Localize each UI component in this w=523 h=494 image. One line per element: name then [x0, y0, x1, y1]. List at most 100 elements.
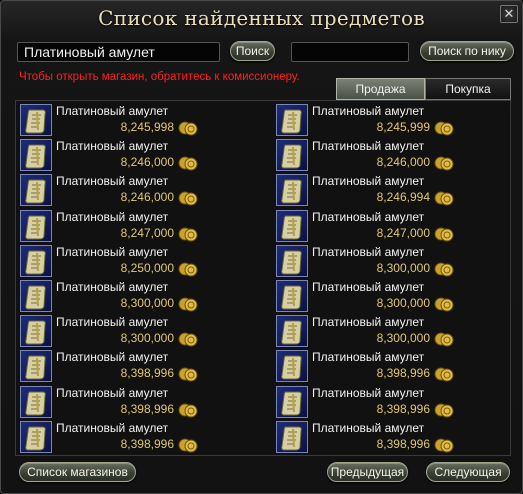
list-item[interactable]: Платиновый амулет 8,300,000	[272, 314, 512, 348]
coins-icon	[434, 155, 454, 171]
list-item[interactable]: Платиновый амулет 8,246,000	[16, 173, 256, 207]
search-button[interactable]: Поиск	[230, 41, 275, 61]
scroll-icon[interactable]	[20, 315, 52, 348]
list-item[interactable]: Платиновый амулет 8,246,000	[16, 138, 256, 172]
item-name: Платиновый амулет	[56, 244, 169, 259]
coins-icon	[434, 190, 454, 206]
item-name: Платиновый амулет	[56, 104, 169, 118]
coins-icon	[178, 402, 198, 418]
list-item[interactable]: Платиновый амулет 8,398,996	[16, 385, 256, 419]
shop-list-button[interactable]: Список магазинов	[19, 462, 136, 482]
list-item[interactable]: Платиновый амулет 8,246,994	[272, 173, 512, 207]
item-price: 8,247,000	[120, 225, 174, 240]
coins-icon	[178, 296, 198, 312]
list-item[interactable]: Платиновый амулет 8,300,000	[272, 279, 512, 313]
scroll-icon[interactable]	[20, 174, 52, 207]
list-item[interactable]: Платиновый амулет 8,398,996	[272, 385, 512, 419]
item-price: 8,300,000	[120, 296, 174, 310]
close-button[interactable]: ✕	[500, 5, 518, 23]
close-icon: ✕	[503, 6, 515, 21]
scroll-icon[interactable]	[20, 104, 52, 136]
item-name: Платиновый амулет	[312, 420, 425, 435]
item-price: 8,398,996	[120, 366, 174, 381]
title-bar[interactable]: Список найденных предметов	[1, 1, 522, 35]
scroll-icon[interactable]	[20, 244, 52, 277]
list-item[interactable]: Платиновый амулет 8,247,000	[272, 209, 512, 243]
list-item[interactable]: Платиновый амулет 8,300,000	[16, 279, 256, 313]
scroll-icon[interactable]	[276, 209, 308, 242]
item-name: Платиновый амулет	[312, 104, 425, 118]
item-price: 8,300,000	[376, 331, 430, 346]
scroll-icon[interactable]	[20, 385, 52, 418]
scroll-icon[interactable]	[276, 385, 308, 418]
search-by-nick-button[interactable]: Поиск по нику	[420, 41, 514, 61]
scroll-icon[interactable]	[20, 280, 52, 312]
list-item[interactable]: Платиновый амулет 8,398,996	[16, 349, 256, 383]
scroll-icon[interactable]	[276, 280, 308, 312]
list-item[interactable]: Платиновый амулет 8,250,000	[16, 244, 256, 278]
list-item[interactable]: Платиновый амулет 8,246,000	[272, 138, 512, 172]
item-price: 8,245,998	[120, 120, 174, 134]
scroll-icon[interactable]	[276, 420, 308, 453]
item-price: 8,247,000	[376, 225, 430, 240]
scroll-icon[interactable]	[20, 139, 52, 172]
item-price: 8,246,994	[376, 190, 430, 205]
item-name: Платиновый амулет	[312, 139, 425, 154]
item-name: Платиновый амулет	[56, 209, 169, 224]
coins-icon	[178, 437, 198, 453]
tab-buy[interactable]: Покупка	[425, 78, 511, 100]
item-price: 8,398,996	[120, 401, 174, 416]
item-name: Платиновый амулет	[312, 209, 425, 224]
coins-icon	[434, 296, 454, 312]
list-item[interactable]: Платиновый амулет 8,300,000	[272, 244, 512, 278]
list-item[interactable]: Платиновый амулет 8,245,999	[272, 103, 512, 137]
item-name: Платиновый амулет	[312, 280, 425, 294]
scroll-icon[interactable]	[20, 209, 52, 242]
item-price: 8,250,000	[120, 260, 174, 275]
list-item[interactable]: Платиновый амулет 8,247,000	[16, 209, 256, 243]
list-item[interactable]: Платиновый амулет 8,398,996	[16, 420, 256, 454]
coins-icon	[178, 120, 198, 136]
coins-icon	[434, 437, 454, 453]
item-name: Платиновый амулет	[56, 420, 169, 435]
scroll-icon[interactable]	[20, 420, 52, 453]
scroll-icon[interactable]	[276, 174, 308, 207]
scroll-icon[interactable]	[20, 350, 52, 383]
list-item[interactable]: Платиновый амулет 8,398,996	[272, 349, 512, 383]
coins-icon	[178, 261, 198, 277]
item-search-input[interactable]: Платиновый амулет	[17, 42, 220, 62]
scroll-icon[interactable]	[276, 244, 308, 277]
item-price: 8,246,000	[120, 190, 174, 205]
item-name: Платиновый амулет	[56, 315, 169, 330]
item-name: Платиновый амулет	[312, 385, 425, 400]
list-item[interactable]: Платиновый амулет 8,398,996	[272, 420, 512, 454]
coins-icon	[434, 402, 454, 418]
item-name: Платиновый амулет	[312, 350, 425, 365]
item-price: 8,398,996	[376, 366, 430, 381]
previous-page-button[interactable]: Предыдущая	[327, 462, 408, 482]
search-results-window: Список найденных предметов ✕ Платиновый …	[0, 0, 523, 494]
coins-icon	[434, 261, 454, 277]
item-price: 8,246,000	[120, 155, 174, 170]
scroll-icon[interactable]	[276, 315, 308, 348]
list-item[interactable]: Платиновый амулет 8,245,998	[16, 103, 256, 137]
item-price: 8,398,996	[376, 436, 430, 451]
item-name: Платиновый амулет	[56, 139, 169, 154]
next-page-button[interactable]: Следующая	[426, 462, 510, 482]
scroll-icon[interactable]	[276, 350, 308, 383]
list-item[interactable]: Платиновый амулет 8,300,000	[16, 314, 256, 348]
nick-search-input[interactable]	[291, 42, 409, 62]
item-price: 8,300,000	[376, 260, 430, 275]
commissioner-notice: Чтобы открыть магазин, обратитесь к коми…	[19, 71, 300, 83]
coins-icon	[178, 190, 198, 206]
coins-icon	[178, 155, 198, 171]
coins-icon	[434, 366, 454, 382]
item-price: 8,398,996	[376, 401, 430, 416]
results-list: Платиновый амулет 8,245,998 Платиновый аму…	[15, 100, 511, 456]
item-price: 8,398,996	[120, 436, 174, 451]
scroll-icon[interactable]	[276, 139, 308, 172]
coins-icon	[434, 331, 454, 347]
item-name: Платиновый амулет	[56, 385, 169, 400]
scroll-icon[interactable]	[276, 104, 308, 136]
tab-sell[interactable]: Продажа	[336, 78, 425, 100]
